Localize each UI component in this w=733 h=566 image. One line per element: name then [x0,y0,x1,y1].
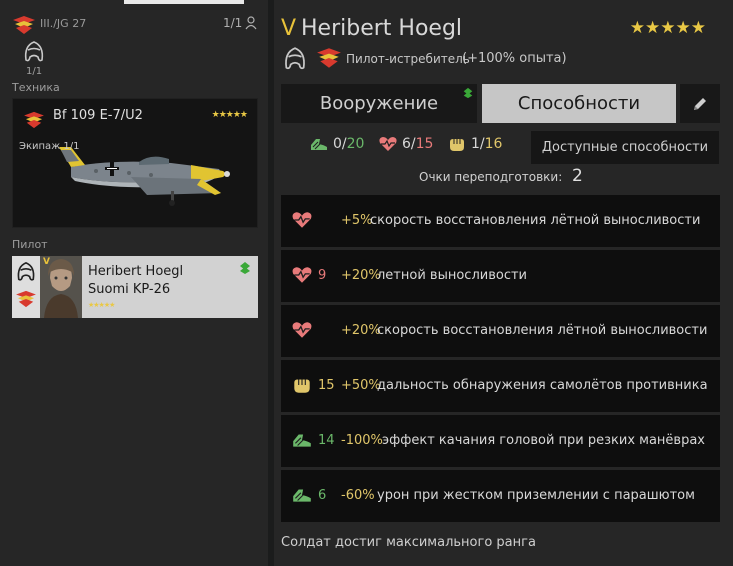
perception-current: 1 [471,136,480,152]
plane-name: Bf 109 E-7/U2 [53,108,143,123]
stat-agility: 0 / 20 [309,136,364,152]
tab-abilities[interactable]: Способности [482,84,676,123]
person-icon [245,16,257,30]
pilot-card-plane: Suomi KP-26 [88,282,171,297]
ability-cost: 9 [318,268,327,283]
pilot-section-label: Пилот [12,238,48,251]
stat-stamina: 6 / 15 [378,136,433,152]
ability-text: скорость восстановления лётной выносливо… [370,213,701,228]
tab-weapons-label: Вооружение [319,93,439,114]
ability-row[interactable]: 15 +50% дальность обнаружения самолётов … [281,360,720,412]
ability-text: урон при жестком приземлении с парашютом [377,488,695,503]
pilot-name: Heribert Hoegl [301,16,463,41]
ability-value: -60% [341,488,375,503]
stamina-heart-icon [291,265,313,285]
ability-value: +20% [341,268,381,283]
agility-shoe-icon [309,136,329,152]
unit-name: III./JG 27 [40,17,87,30]
pilot-detail-panel: V Heribert Hoegl ★★★★★ Пилот-истребитель… [274,0,733,566]
retrain-points-value: 2 [572,166,583,186]
perception-max: 16 [484,136,503,152]
pilot-card-name: Heribert Hoegl [88,264,184,279]
pilot-slot-count: 1/1 [26,66,43,77]
tab-indicator [124,0,244,4]
stamina-current: 6 [402,136,411,152]
tab-weapons[interactable]: Вооружение [281,84,477,123]
ability-cost: 6 [318,488,327,503]
stamina-heart-icon [291,210,313,230]
ability-value: +20% [341,323,381,338]
pilot-rank-letter: V [43,257,50,267]
pilot-card-sidebar [12,256,40,318]
ability-cost: 14 [318,433,335,448]
crew-label: Экипаж 1/1 [19,141,80,152]
pilot-card-stars: ★★★★★ [88,301,115,309]
retrain-points-label: Очки переподготовки: [419,170,563,184]
pilot-helmet-icon [283,46,307,72]
agility-current: 0 [333,136,342,152]
stamina-heart-icon [378,136,398,152]
agility-shoe-icon [291,485,313,505]
perception-fist-icon [291,375,313,395]
ability-row[interactable]: 6 -60% урон при жестком приземлении с па… [281,470,720,522]
ability-row[interactable]: +5% скорость восстановления лётной вынос… [281,195,720,247]
ability-row[interactable]: 9 +20% летной выносливости [281,250,720,302]
ability-row[interactable]: +20% скорость восстановления лётной выно… [281,305,720,357]
plane-rating-stars: ★★★★★ [211,110,248,120]
rank-emblem-icon [15,290,37,308]
plane-emblem-icon [23,111,45,129]
ability-text: летной выносливости [377,268,527,283]
ability-value: -100% [341,433,383,448]
pilot-rank-letter: V [281,16,297,41]
vehicle-section-label: Техника [12,81,60,94]
crew-panel: III./JG 27 1/1 1/1 Техника Bf 109 E-7/U2… [0,0,268,566]
stamina-max: 15 [415,136,434,152]
class-emblem-icon [316,47,342,69]
perception-fist-icon [447,136,467,152]
stamina-heart-icon [291,320,313,340]
crew-count: 1/1 [223,16,243,30]
max-rank-note: Солдат достиг максимального ранга [281,535,536,550]
pilot-exp-bonus: (+100% опыта) [462,51,567,66]
pilot-class: Пилот-истребитель [346,52,470,66]
stat-perception: 1 / 16 [447,136,502,152]
ability-list: +5% скорость восстановления лётной вынос… [281,195,720,525]
pilot-helmet-icon [16,261,36,283]
agility-max: 20 [346,136,365,152]
exp-upgrade-icon [238,261,252,275]
exp-upgrade-icon [462,87,474,99]
pencil-icon [691,95,709,113]
available-abilities-button[interactable]: Доступные способности [531,131,719,164]
ability-value: +50% [341,378,381,393]
ability-text: дальность обнаружения самолётов противни… [377,378,708,393]
ability-row[interactable]: 14 -100% эффект качания головой при резк… [281,415,720,467]
edit-button[interactable] [680,84,720,123]
pilot-helmet-icon[interactable] [23,40,45,64]
ability-text: эффект качания головой при резких манёвр… [382,433,705,448]
ability-value: +5% [341,213,373,228]
ability-text: скорость восстановления лётной выносливо… [377,323,708,338]
unit-emblem-icon [12,15,36,35]
pilot-rating-stars: ★★★★★ [629,18,706,38]
plane-card[interactable]: Bf 109 E-7/U2 ★★★★★ Экипаж 1/1 [12,98,258,228]
pilot-card[interactable]: V Heribert Hoegl Suomi KP-26 ★★★★★ [12,256,258,318]
tab-abilities-label: Способности [517,93,641,114]
ability-cost: 15 [318,378,335,393]
agility-shoe-icon [291,430,313,450]
